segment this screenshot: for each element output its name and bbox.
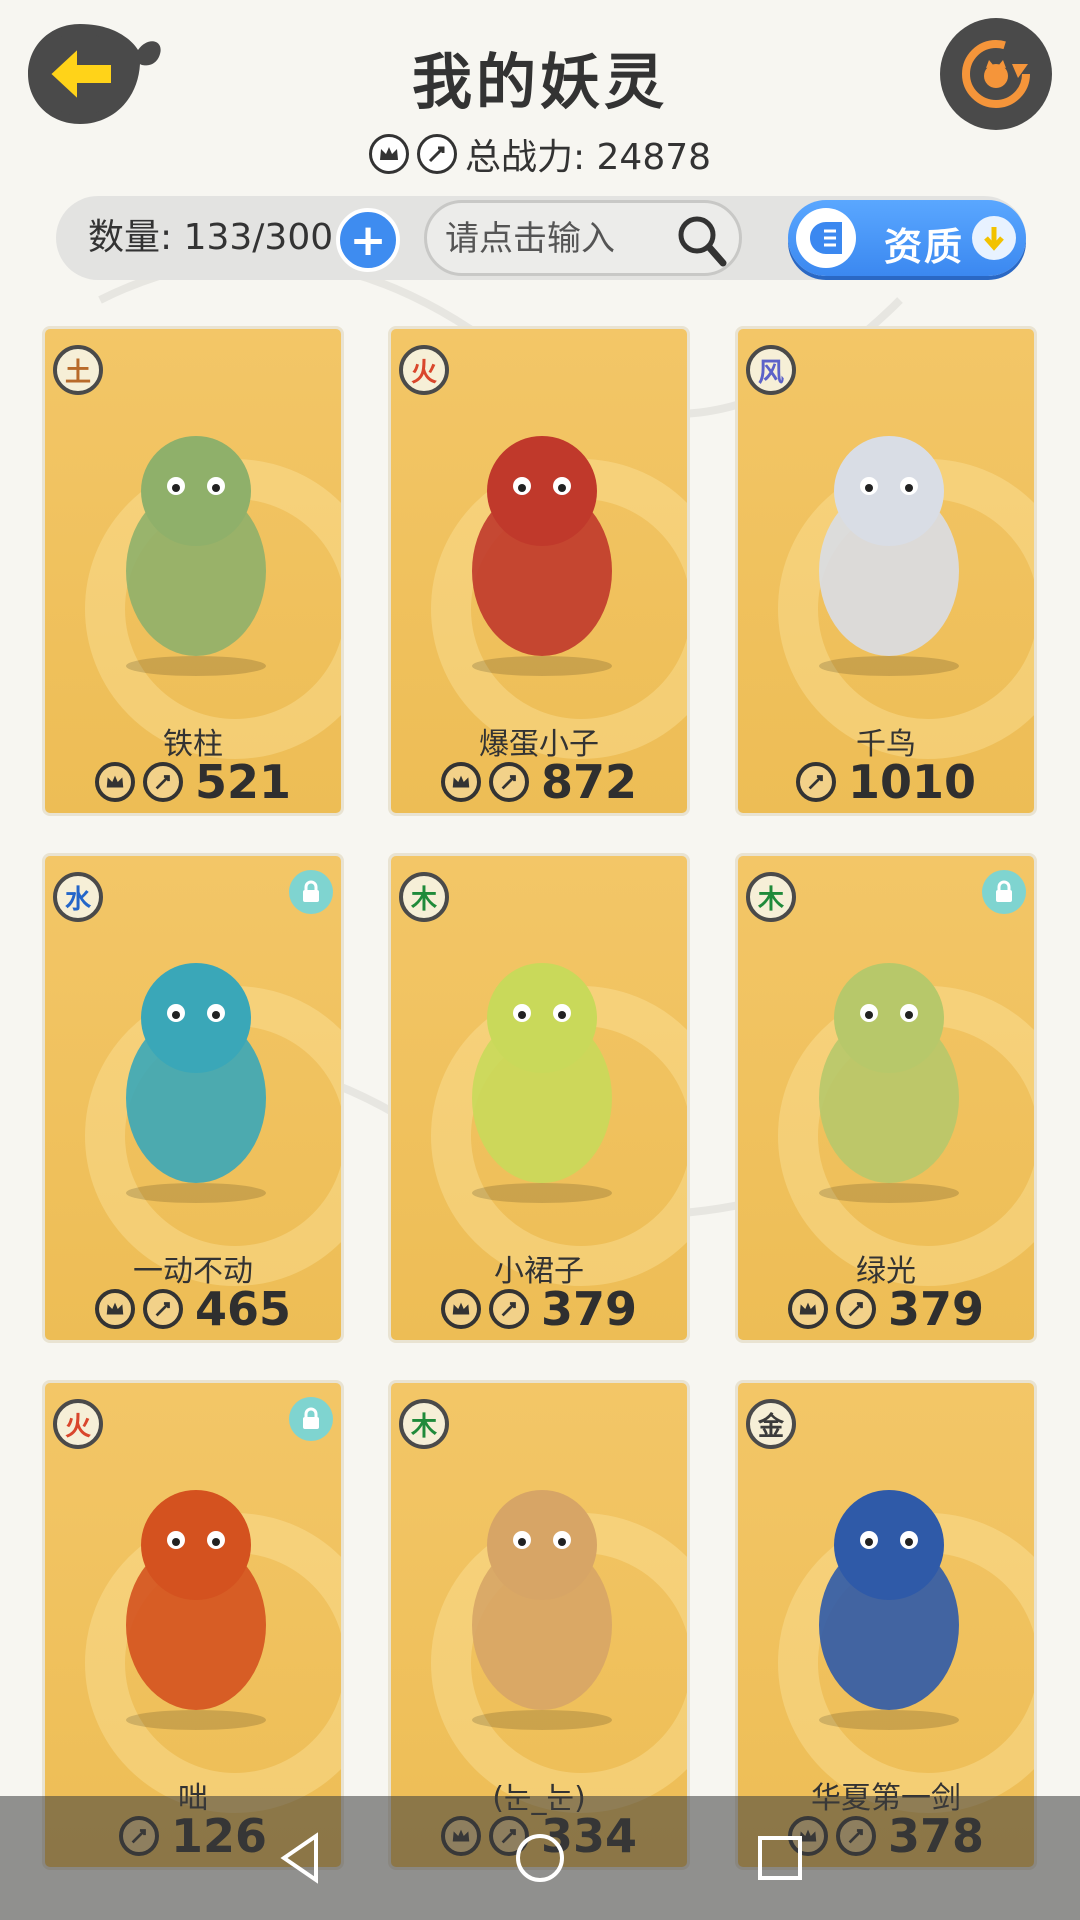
refresh-icon — [962, 40, 1030, 108]
page-title: 我的妖灵 — [412, 48, 668, 118]
search-box[interactable] — [424, 200, 742, 276]
sort-icon — [796, 208, 856, 268]
home-nav-icon[interactable] — [508, 1826, 572, 1890]
monster-figure — [819, 963, 959, 1203]
total-power-label: 总战力: 24878 — [464, 137, 712, 178]
monster-figure — [472, 963, 612, 1203]
monster-stats: 872 — [391, 755, 687, 809]
sword-icon — [142, 1289, 183, 1329]
monster-card[interactable]: 风千鸟 1010 — [735, 326, 1037, 816]
monster-card[interactable]: 火爆蛋小子 872 — [388, 326, 690, 816]
monster-card[interactable]: 水一动不动 465 — [42, 853, 344, 1343]
total-power: 总战力: 24878 — [0, 128, 1080, 180]
monster-count: 数量: 133/300 — [88, 217, 334, 258]
crown-icon — [440, 762, 481, 802]
sword-icon — [795, 762, 836, 802]
monster-power: 1010 — [847, 755, 977, 809]
monster-figure — [472, 1490, 612, 1730]
sword-icon — [488, 762, 529, 802]
monster-power: 379 — [887, 1282, 985, 1336]
monster-card[interactable]: 木绿光 379 — [735, 853, 1037, 1343]
crown-icon — [368, 134, 409, 174]
search-input[interactable] — [445, 217, 665, 261]
monster-stats: 465 — [45, 1282, 341, 1336]
monster-figure — [819, 436, 959, 676]
crown-icon — [94, 1289, 135, 1329]
chevron-down-icon — [972, 216, 1016, 260]
monster-stats: 521 — [45, 755, 341, 809]
monster-power: 872 — [540, 755, 638, 809]
refresh-button[interactable] — [940, 18, 1052, 130]
monster-card[interactable]: 木小裙子 379 — [388, 853, 690, 1343]
monster-stats: 379 — [738, 1282, 1034, 1336]
add-capacity-button[interactable]: + — [336, 208, 400, 272]
back-nav-icon[interactable] — [268, 1826, 332, 1890]
sword-icon — [142, 762, 183, 802]
search-icon[interactable] — [675, 213, 729, 269]
sword-icon — [416, 134, 457, 174]
monster-figure — [819, 1490, 959, 1730]
monster-card[interactable]: 土铁柱 521 — [42, 326, 344, 816]
sword-icon — [488, 1289, 529, 1329]
crown-icon — [787, 1289, 828, 1329]
monster-figure — [126, 1490, 266, 1730]
monster-figure — [472, 436, 612, 676]
monster-stats: 1010 — [738, 755, 1034, 809]
monster-power: 521 — [194, 755, 292, 809]
header: 我的妖灵 总战力: 24878 — [0, 0, 1080, 180]
monster-power: 379 — [540, 1282, 638, 1336]
plus-icon: + — [349, 214, 387, 266]
crown-icon — [94, 762, 135, 802]
monster-power: 465 — [194, 1282, 292, 1336]
crown-icon — [440, 1289, 481, 1329]
monster-figure — [126, 963, 266, 1203]
monster-figure — [126, 436, 266, 676]
quality-label: 资质 — [884, 225, 965, 269]
quality-sort-button[interactable]: 资质 — [788, 200, 1026, 276]
recents-nav-icon[interactable] — [748, 1826, 812, 1890]
sword-icon — [835, 1289, 876, 1329]
monster-stats: 379 — [391, 1282, 687, 1336]
system-nav-bar — [0, 1796, 1080, 1920]
